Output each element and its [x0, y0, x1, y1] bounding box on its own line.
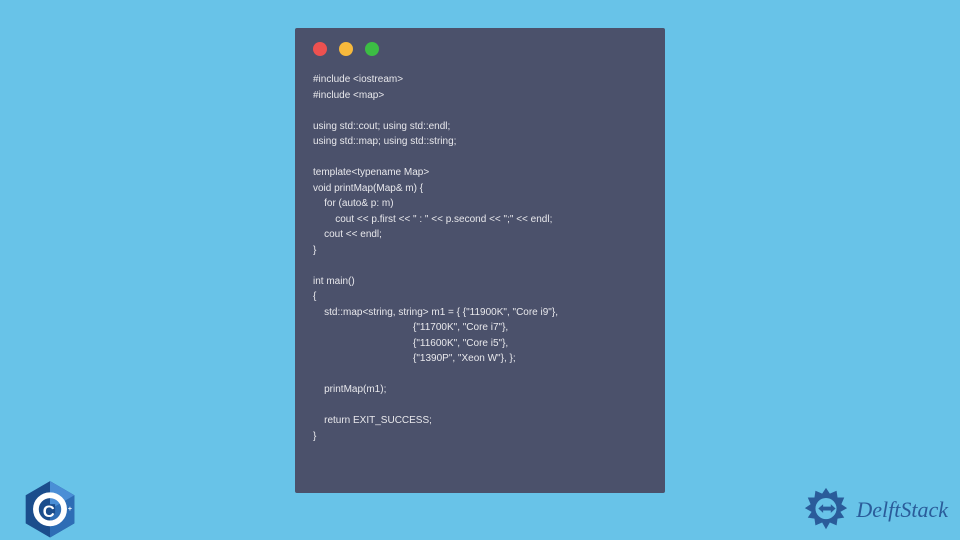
- code-block: #include <iostream> #include <map> using…: [295, 66, 665, 450]
- close-icon: [313, 42, 327, 56]
- window-controls: [295, 28, 665, 66]
- cpp-logo-icon: C + +: [18, 476, 82, 540]
- svg-text:+: +: [68, 506, 72, 513]
- code-window: #include <iostream> #include <map> using…: [295, 28, 665, 493]
- delftstack-logo: DelftStack: [802, 486, 948, 534]
- minimize-icon: [339, 42, 353, 56]
- svg-text:+: +: [63, 506, 67, 513]
- brand-text: DelftStack: [856, 497, 948, 523]
- svg-text:C: C: [43, 502, 55, 521]
- delftstack-icon: [802, 486, 850, 534]
- maximize-icon: [365, 42, 379, 56]
